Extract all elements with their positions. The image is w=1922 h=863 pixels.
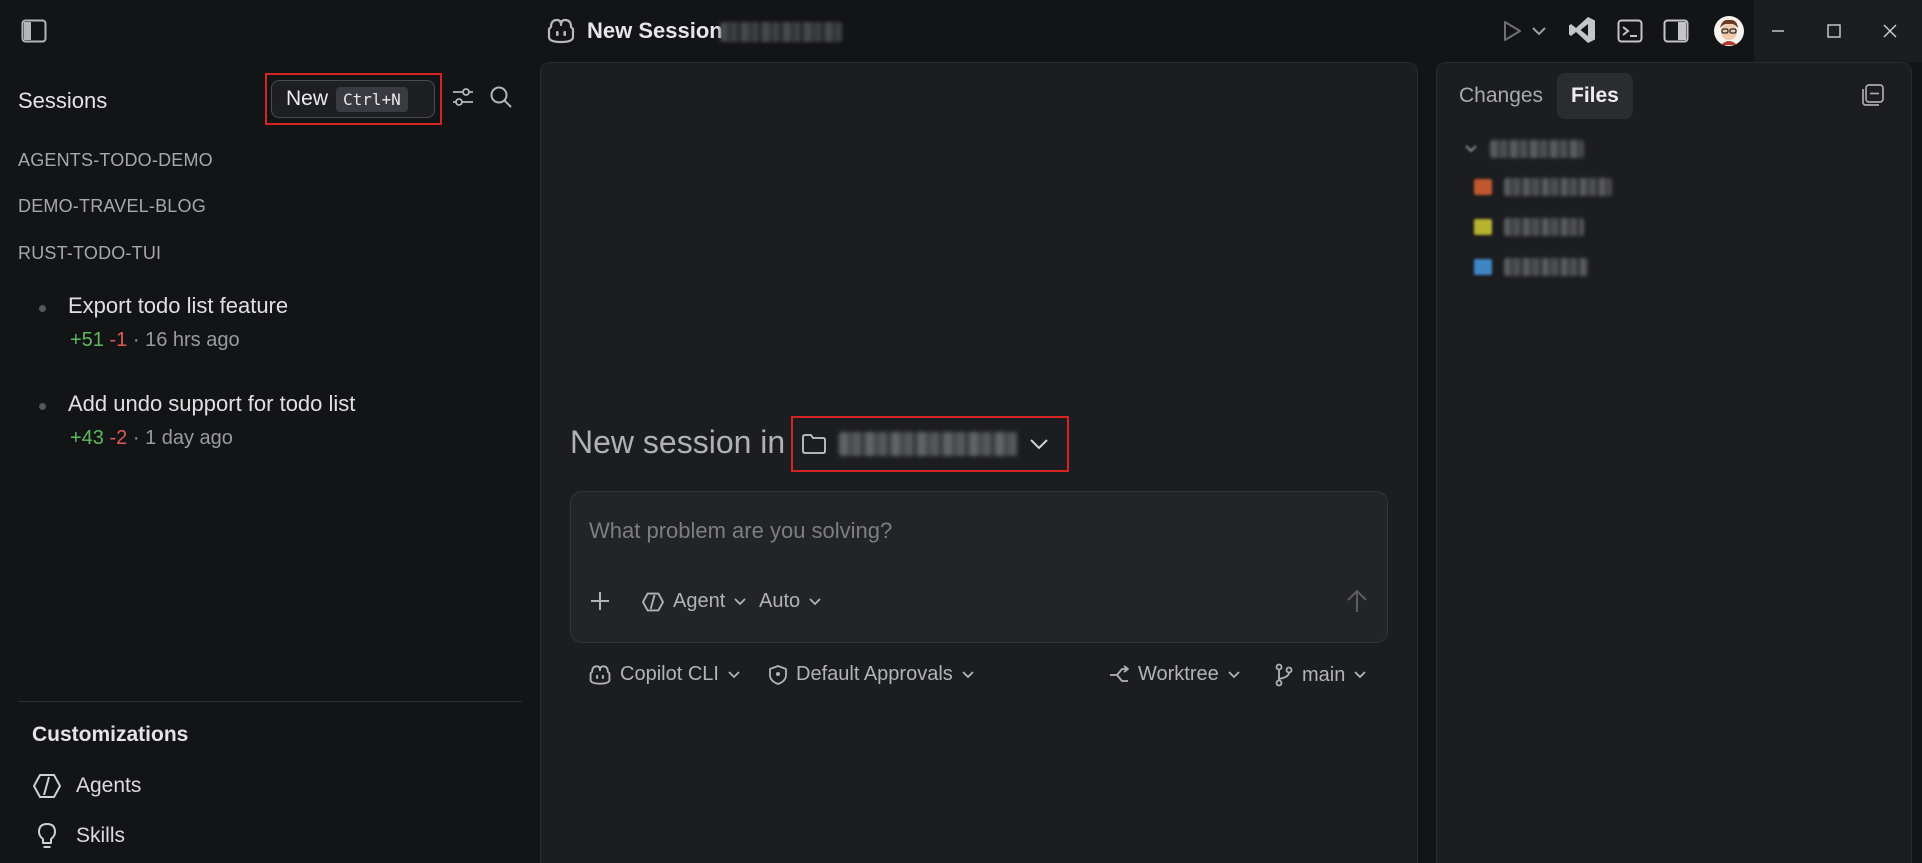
session-meta: +43 -2 · 1 day ago (70, 427, 233, 450)
session-deletions: -1 (109, 329, 128, 351)
tab-changes[interactable]: Changes (1445, 73, 1557, 119)
session-separator: · (127, 427, 146, 449)
session-title: Add undo support for todo list (68, 391, 356, 416)
prompt-box[interactable]: What problem are you solving? Agent Auto (570, 491, 1388, 643)
new-session-heading: New session in (570, 424, 786, 460)
chevron-down-icon (808, 597, 822, 607)
run-icon[interactable] (1500, 18, 1524, 44)
session-deletions: -2 (109, 427, 128, 449)
vscode-icon[interactable] (1566, 14, 1598, 46)
chevron-down-icon (961, 670, 975, 680)
title-bar: New Session (0, 0, 1922, 62)
model-picker[interactable]: Auto (759, 590, 822, 613)
folder-icon (801, 433, 827, 455)
tree-file-name-blurred (1504, 258, 1588, 276)
tree-file[interactable] (1474, 215, 1584, 239)
toggle-secondary-panel-icon[interactable] (1662, 17, 1690, 45)
customizations-title: Customizations (32, 723, 189, 746)
send-button[interactable] (1345, 588, 1369, 614)
lightbulb-icon (32, 822, 62, 850)
tree-file-name-blurred (1504, 218, 1584, 236)
prompt-input[interactable]: What problem are you solving? (589, 518, 892, 544)
session-time: 16 hrs ago (145, 329, 240, 351)
collapse-all-icon[interactable] (1860, 82, 1886, 108)
branch-label: main (1302, 663, 1346, 686)
worktree-label: Worktree (1138, 663, 1219, 685)
chevron-down-icon (733, 597, 747, 607)
tree-file-name-blurred (1504, 178, 1612, 196)
tree-root-name-blurred (1490, 140, 1584, 158)
toggle-sidebar-icon[interactable] (20, 18, 48, 44)
group-demo-travel-blog[interactable]: DEMO-TRAVEL-BLOG (18, 196, 206, 217)
approvals-label: Default Approvals (796, 663, 953, 685)
maximize-icon[interactable] (1806, 0, 1862, 62)
session-item[interactable]: Export todo list feature +51 -1 · 16 hrs… (18, 293, 518, 371)
mode-label: Agent (673, 590, 726, 612)
mode-picker[interactable]: Agent (641, 590, 747, 613)
new-session-label: New (286, 87, 329, 110)
session-additions: +51 (70, 329, 104, 351)
tree-file[interactable] (1474, 175, 1612, 199)
shield-icon (768, 664, 788, 686)
customization-item-agents[interactable]: Agents (32, 771, 141, 801)
css-file-icon (1474, 259, 1492, 275)
chevron-down-icon (1464, 144, 1478, 154)
session-meta: +51 -1 · 16 hrs ago (70, 329, 240, 352)
session-time: 1 day ago (145, 427, 233, 449)
arrow-up-icon (1345, 588, 1369, 614)
worktree-picker[interactable]: Worktree (1108, 663, 1241, 686)
search-icon[interactable] (488, 84, 514, 110)
add-attachment-button[interactable] (589, 590, 611, 612)
chevron-down-icon (727, 670, 741, 680)
close-icon[interactable] (1862, 0, 1918, 62)
cli-picker[interactable]: Copilot CLI (588, 663, 741, 686)
run-options-chevron-icon[interactable] (1530, 24, 1548, 38)
filter-icon[interactable] (450, 84, 476, 110)
session-title: Export todo list feature (68, 293, 289, 318)
tree-root[interactable] (1464, 137, 1584, 161)
session-title: New Session (587, 18, 723, 43)
model-label: Auto (759, 590, 801, 612)
terminal-icon[interactable] (1616, 17, 1644, 45)
session-item[interactable]: Add undo support for todo list +43 -2 · … (18, 391, 518, 469)
chevron-down-icon (1353, 670, 1367, 680)
cli-label: Copilot CLI (620, 663, 719, 685)
sidebar-divider (18, 701, 522, 702)
new-session-shortcut: Ctrl+N (336, 86, 408, 112)
session-repo-blurred (720, 22, 842, 42)
minimize-icon[interactable] (1750, 0, 1806, 62)
chevron-down-icon (1227, 670, 1241, 680)
plus-icon (589, 590, 611, 612)
session-status-dot (39, 305, 46, 312)
branch-picker[interactable]: main (1274, 663, 1367, 687)
agent-icon (641, 592, 665, 612)
branch-icon (1274, 663, 1294, 687)
group-agents-todo-demo[interactable]: AGENTS-TODO-DEMO (18, 150, 213, 171)
customization-label: Skills (76, 824, 126, 847)
sessions-title: Sessions (18, 88, 108, 113)
session-separator: · (127, 329, 146, 351)
html-file-icon (1474, 179, 1492, 195)
chevron-down-icon (1029, 438, 1049, 450)
customization-label: Agents (76, 774, 142, 797)
new-session-button[interactable]: New Ctrl+N (271, 80, 435, 118)
session-additions: +43 (70, 427, 104, 449)
approvals-picker[interactable]: Default Approvals (768, 663, 975, 686)
customization-item-skills[interactable]: Skills (32, 821, 125, 851)
tree-file[interactable] (1474, 255, 1588, 279)
copilot-icon (546, 16, 576, 46)
folder-picker[interactable] (797, 422, 1063, 466)
js-file-icon (1474, 219, 1492, 235)
tab-files[interactable]: Files (1557, 73, 1633, 119)
avatar[interactable] (1713, 15, 1745, 47)
folder-name-blurred (839, 432, 1017, 456)
copilot-icon (588, 664, 612, 686)
worktree-icon (1108, 664, 1130, 686)
agent-icon (32, 773, 62, 799)
group-rust-todo-tui[interactable]: RUST-TODO-TUI (18, 243, 161, 264)
session-status-dot (39, 403, 46, 410)
